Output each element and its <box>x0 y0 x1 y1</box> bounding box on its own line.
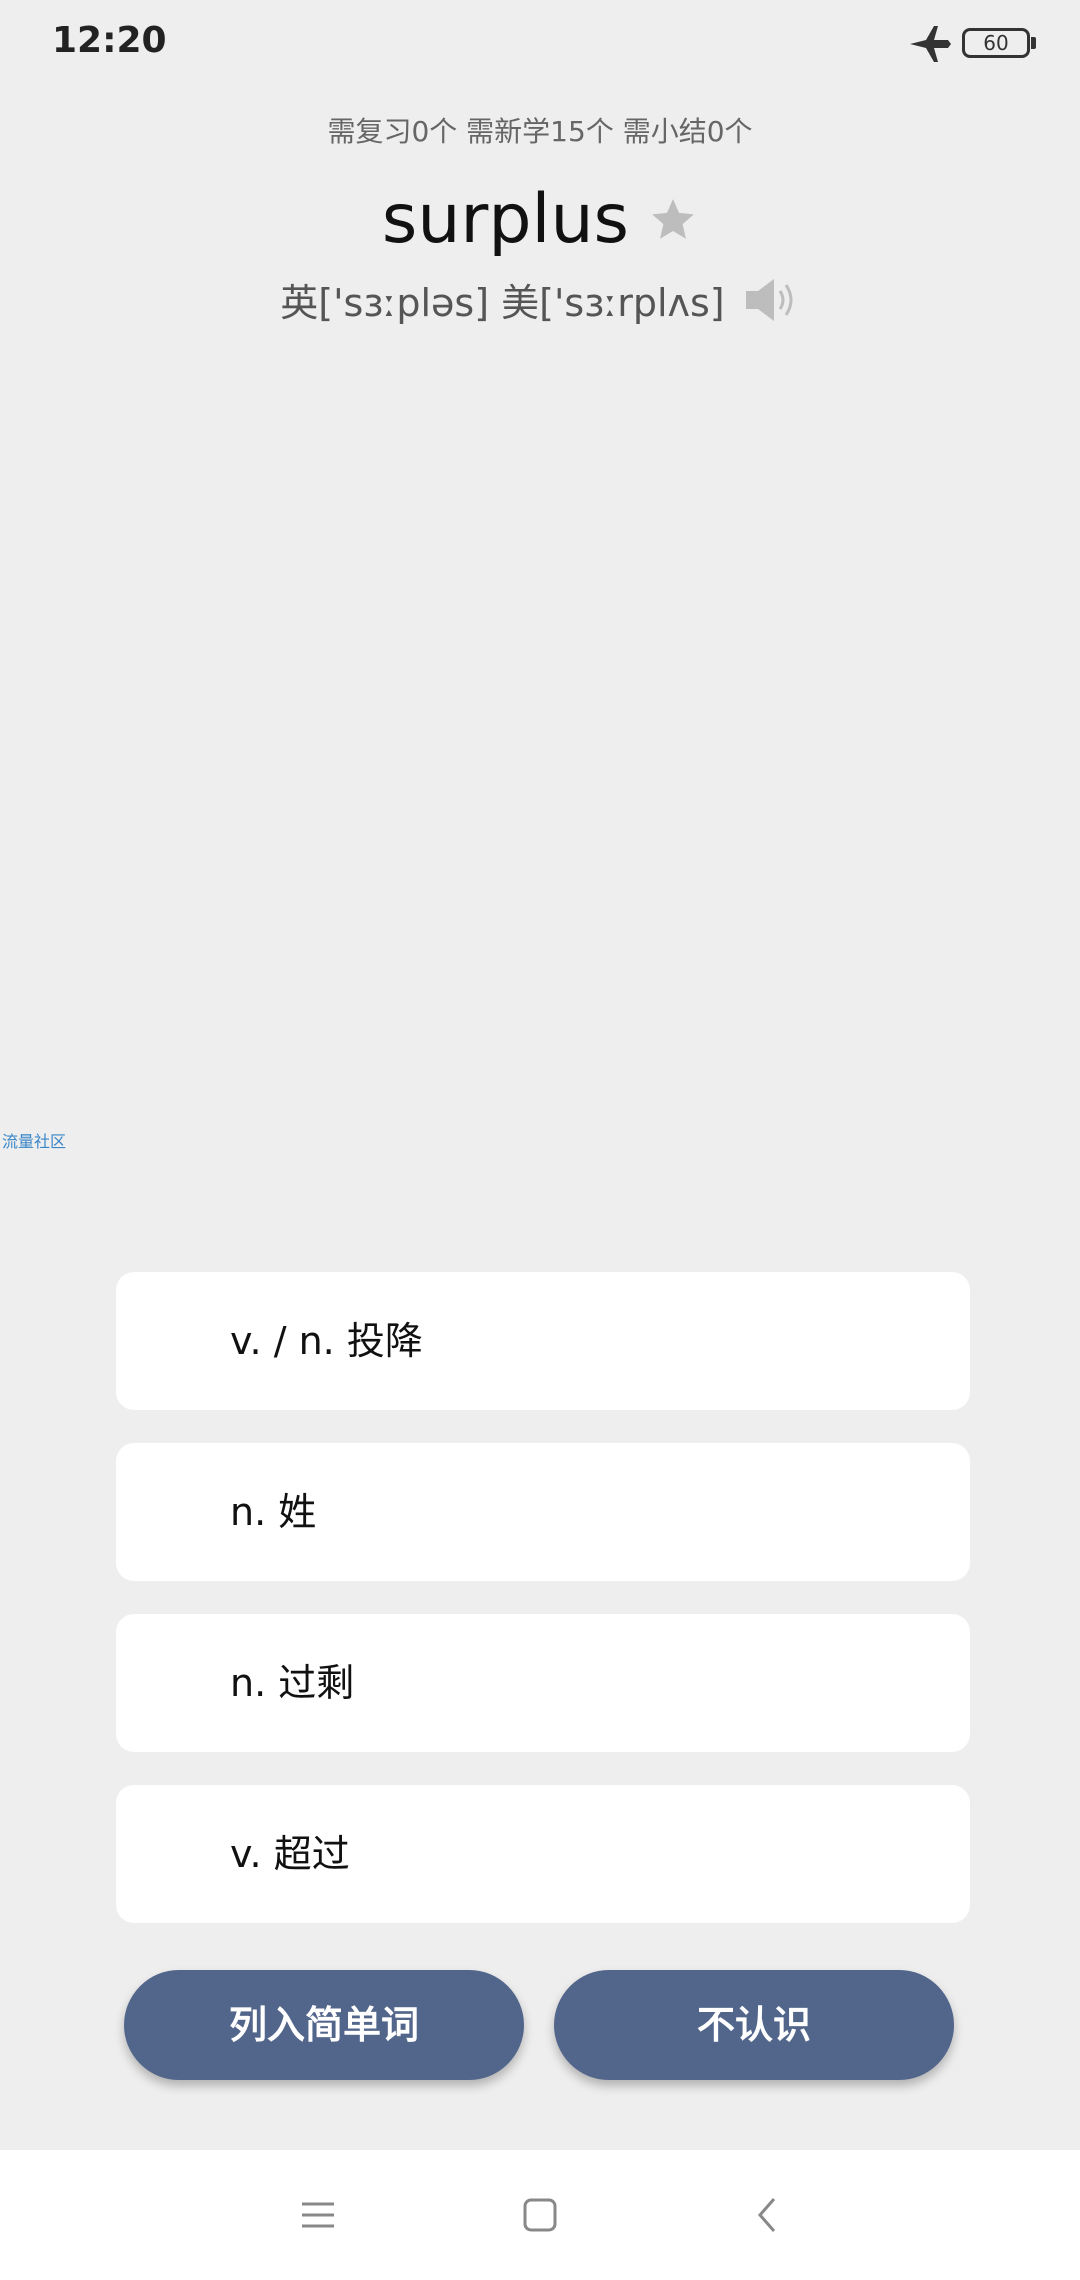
option-2[interactable]: n. 姓 <box>116 1443 970 1581</box>
phonetic-text: 英['sɜːpləs] 美['sɜːrplʌs] <box>280 281 725 325</box>
word-title: surplus <box>381 180 629 259</box>
option-3[interactable]: n. 过剩 <box>116 1614 970 1752</box>
status-bar: 12:20 60 <box>0 0 1080 90</box>
unknown-button[interactable]: 不认识 <box>554 1970 954 2080</box>
progress-summary: 需复习0个 需新学15个 需小结0个 <box>327 115 753 148</box>
option-4[interactable]: v. 超过 <box>116 1785 970 1923</box>
speaker-icon[interactable] <box>744 277 800 323</box>
phonetic-row: 英['sɜːpləs] 美['sɜːrplʌs] <box>0 272 1080 327</box>
menu-icon[interactable] <box>298 2195 338 2235</box>
screen: 12:20 60 需复习0个 需新学15个 需小结0个 surplus 英['s… <box>0 0 1080 2280</box>
option-1[interactable]: v. / n. 投降 <box>116 1272 970 1410</box>
back-icon[interactable] <box>748 2195 788 2235</box>
airplane-icon <box>910 26 951 62</box>
home-icon[interactable] <box>520 2195 560 2235</box>
mark-easy-button[interactable]: 列入简单词 <box>124 1970 524 2080</box>
word-row: surplus <box>0 180 1080 259</box>
watermark-text: 流量社区 <box>2 1132 67 1151</box>
status-time: 12:20 <box>52 20 167 61</box>
navigation-bar <box>0 2150 1080 2280</box>
battery-indicator: 60 <box>962 28 1030 58</box>
star-icon[interactable] <box>648 195 698 245</box>
battery-tip <box>1031 37 1036 49</box>
